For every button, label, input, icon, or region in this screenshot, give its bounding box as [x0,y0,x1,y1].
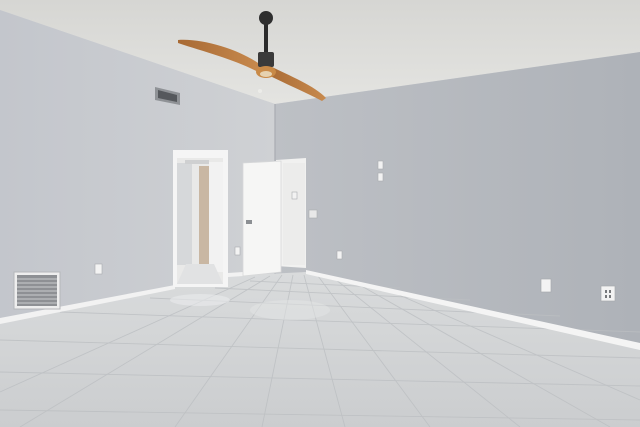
ceiling-fixture [258,89,262,93]
room-scene [0,0,640,427]
doorway-icon [173,150,228,287]
door-icon [242,158,306,277]
outlet-icon [94,263,103,275]
outlet-icon [600,285,616,302]
outlet-icon [336,250,343,260]
vent-icon [13,271,61,310]
floor-reflection [170,294,230,306]
outlet-icon [540,278,552,293]
outlet-icon [234,246,241,256]
floor-reflection [250,300,330,320]
room-photo [0,0,640,427]
